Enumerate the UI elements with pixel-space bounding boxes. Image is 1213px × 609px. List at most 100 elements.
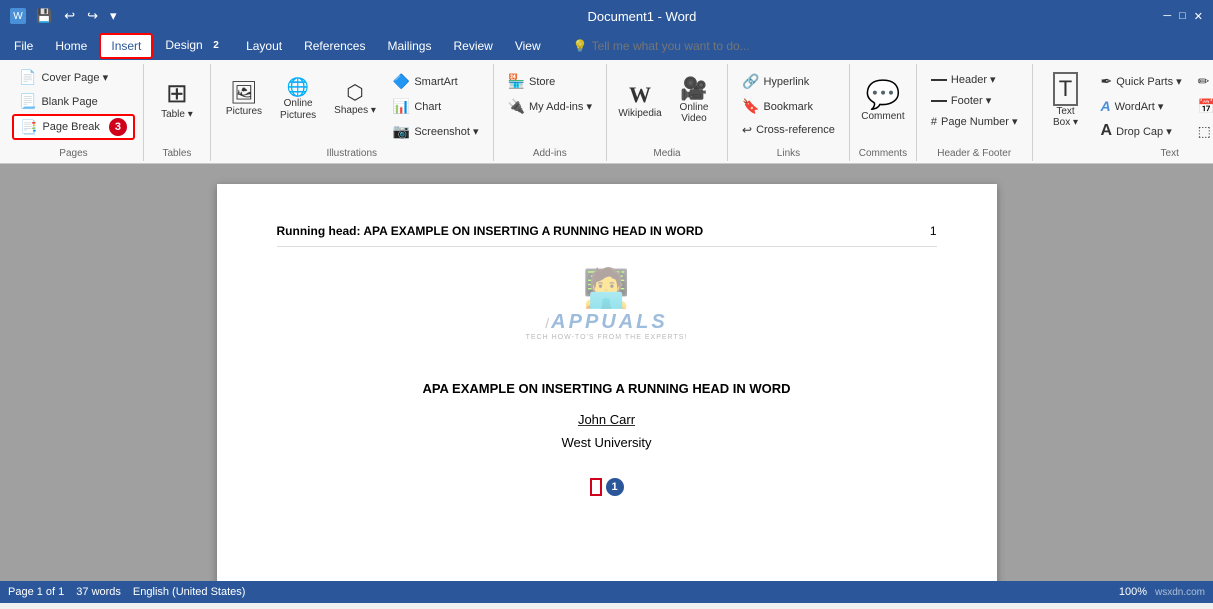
object-button[interactable]: ⬚ Object ▾ [1192,120,1213,143]
media-buttons: W Wikipedia 🎥 OnlineVideo [615,66,719,143]
addins-col: 🏪 Store 🔌 My Add-ins ▾ [502,66,598,118]
signature-line-button[interactable]: ✏ Signature Line ▾ [1192,70,1213,93]
menu-mailings[interactable]: Mailings [377,35,441,57]
text-box-button[interactable]: T Text Box ▾ [1041,66,1091,134]
close-button[interactable]: ✕ [1194,10,1203,23]
minimize-button[interactable]: ─ [1163,10,1171,23]
menu-insert[interactable]: Insert [99,33,153,59]
blank-page-button[interactable]: 📃 Blank Page [12,90,135,113]
blank-page-icon: 📃 [19,93,36,110]
text-buttons: T Text Box ▾ ✒ Quick Parts ▾ A WordArt ▾… [1041,66,1213,143]
ribbon-group-text: T Text Box ▾ ✒ Quick Parts ▾ A WordArt ▾… [1033,64,1213,161]
menu-file[interactable]: File [4,35,43,57]
tell-me-bar[interactable]: 💡 [573,39,772,53]
bookmark-icon: 🔖 [742,98,759,115]
cursor-indicator: 1 [590,478,624,496]
ribbon-group-illustrations: 🖼 Pictures 🌐 OnlinePictures ⬡ Shapes ▾ 🔷… [211,64,494,161]
page-number-label: Page Number ▾ [941,115,1017,128]
ribbon-group-tables: ⊞ Table ▾ Tables [144,64,211,161]
undo-button[interactable]: ↩ [60,6,79,26]
status-bar-left: Page 1 of 1 37 words English (United Sta… [8,586,245,598]
pages-buttons: 📄 Cover Page ▾ 📃 Blank Page 📑 Page Break… [12,66,135,143]
menu-design[interactable]: Design 2 [155,34,234,59]
table-button[interactable]: ⊞ Table ▾ [152,66,202,134]
my-addins-button[interactable]: 🔌 My Add-ins ▾ [502,95,598,118]
redo-button[interactable]: ↪ [83,6,102,26]
text-box-label: Text Box ▾ [1048,106,1084,128]
illustrations-group-label: Illustrations [219,145,485,159]
quick-parts-icon: ✒ [1101,73,1113,90]
hyperlink-icon: 🔗 [742,73,759,90]
window-title: Document1 - Word [121,9,1164,24]
shapes-button[interactable]: ⬡ Shapes ▾ [327,66,383,134]
cover-page-icon: 📄 [19,69,36,86]
date-time-button[interactable]: 📅 Date & Time [1192,95,1213,118]
comment-button[interactable]: 💬 Comment [858,66,908,134]
text-group-label: Text [1041,145,1213,159]
menu-review[interactable]: Review [443,35,502,57]
screenshot-button[interactable]: 📷 Screenshot ▾ [387,120,485,143]
menu-view[interactable]: View [505,35,551,57]
wsxdn-watermark: wsxdn.com [1155,587,1205,598]
cursor-box [590,478,602,496]
online-video-button[interactable]: 🎥 OnlineVideo [669,66,719,134]
title-bar: W 💾 ↩ ↪ ▾ Document1 - Word ─ □ ✕ [0,0,1213,32]
menu-layout[interactable]: Layout [236,35,292,57]
save-button[interactable]: 💾 [32,6,56,26]
cursor-badge: 1 [606,478,624,496]
cross-reference-icon: ↩ [742,123,752,137]
bookmark-button[interactable]: 🔖 Bookmark [736,95,841,118]
doc-author: John Carr [277,412,937,427]
store-button[interactable]: 🏪 Store [502,70,598,93]
tell-me-input[interactable] [592,39,772,53]
word-count: 37 words [76,586,121,598]
drop-cap-button[interactable]: A Drop Cap ▾ [1095,119,1188,143]
pictures-label: Pictures [226,106,262,118]
online-pictures-button[interactable]: 🌐 OnlinePictures [273,66,323,134]
text-box-icon: T [1053,72,1078,106]
header-button[interactable]: Header ▾ [925,70,1024,89]
hyperlink-button[interactable]: 🔗 Hyperlink [736,70,841,93]
wikipedia-button[interactable]: W Wikipedia [615,66,665,134]
online-pictures-label: OnlinePictures [280,98,316,122]
text-col-2: ✏ Signature Line ▾ 📅 Date & Time ⬚ Objec… [1192,66,1213,143]
customize-button[interactable]: ▾ [106,6,121,26]
online-video-label: OnlineVideo [680,102,709,124]
ribbon-group-comments: 💬 Comment Comments [850,64,917,161]
online-pictures-icon: 🌐 [287,78,309,96]
doc-title: APA EXAMPLE ON INSERTING A RUNNING HEAD … [277,381,937,396]
page-break-label: Page Break [42,121,99,133]
hyperlink-label: Hyperlink [763,76,809,88]
pictures-button[interactable]: 🖼 Pictures [219,66,269,134]
word-icon: W [10,8,26,24]
footer-icon [931,100,947,102]
wikipedia-label: Wikipedia [618,108,661,119]
bookmark-label: Bookmark [763,101,813,113]
document-area: Running head: APA EXAMPLE ON INSERTING A… [0,164,1213,581]
menu-references[interactable]: References [294,35,375,57]
smartart-button[interactable]: 🔷 SmartArt [387,70,485,93]
wordart-button[interactable]: A WordArt ▾ [1095,95,1188,117]
appuals-figure-icon: 🧑‍💻 [583,267,630,311]
ribbon-group-links: 🔗 Hyperlink 🔖 Bookmark ↩ Cross-reference… [728,64,850,161]
cross-reference-button[interactable]: ↩ Cross-reference [736,120,841,140]
doc-institution: West University [277,435,937,450]
pictures-icon: 🖼 [230,82,258,104]
page-number-button[interactable]: # Page Number ▾ [925,112,1024,131]
maximize-button[interactable]: □ [1179,10,1186,23]
window-controls: ─ □ ✕ [1163,10,1203,23]
links-group-label: Links [736,145,841,159]
menu-home[interactable]: Home [45,35,97,57]
footer-button[interactable]: Footer ▾ [925,91,1024,110]
store-label: Store [529,76,555,88]
chart-button[interactable]: 📊 Chart [387,95,485,118]
my-addins-icon: 🔌 [508,98,525,115]
ribbon-group-addins: 🏪 Store 🔌 My Add-ins ▾ Add-ins [494,64,607,161]
quick-parts-button[interactable]: ✒ Quick Parts ▾ [1095,70,1188,93]
appuals-slash: / [545,315,549,331]
header-footer-col: Header ▾ Footer ▾ # Page Number ▾ [925,66,1024,131]
comments-group-label: Comments [858,145,908,159]
page-break-button[interactable]: 📑 Page Break 3 [12,114,135,140]
cover-page-button[interactable]: 📄 Cover Page ▾ [12,66,135,89]
lightbulb-icon: 💡 [573,39,588,53]
